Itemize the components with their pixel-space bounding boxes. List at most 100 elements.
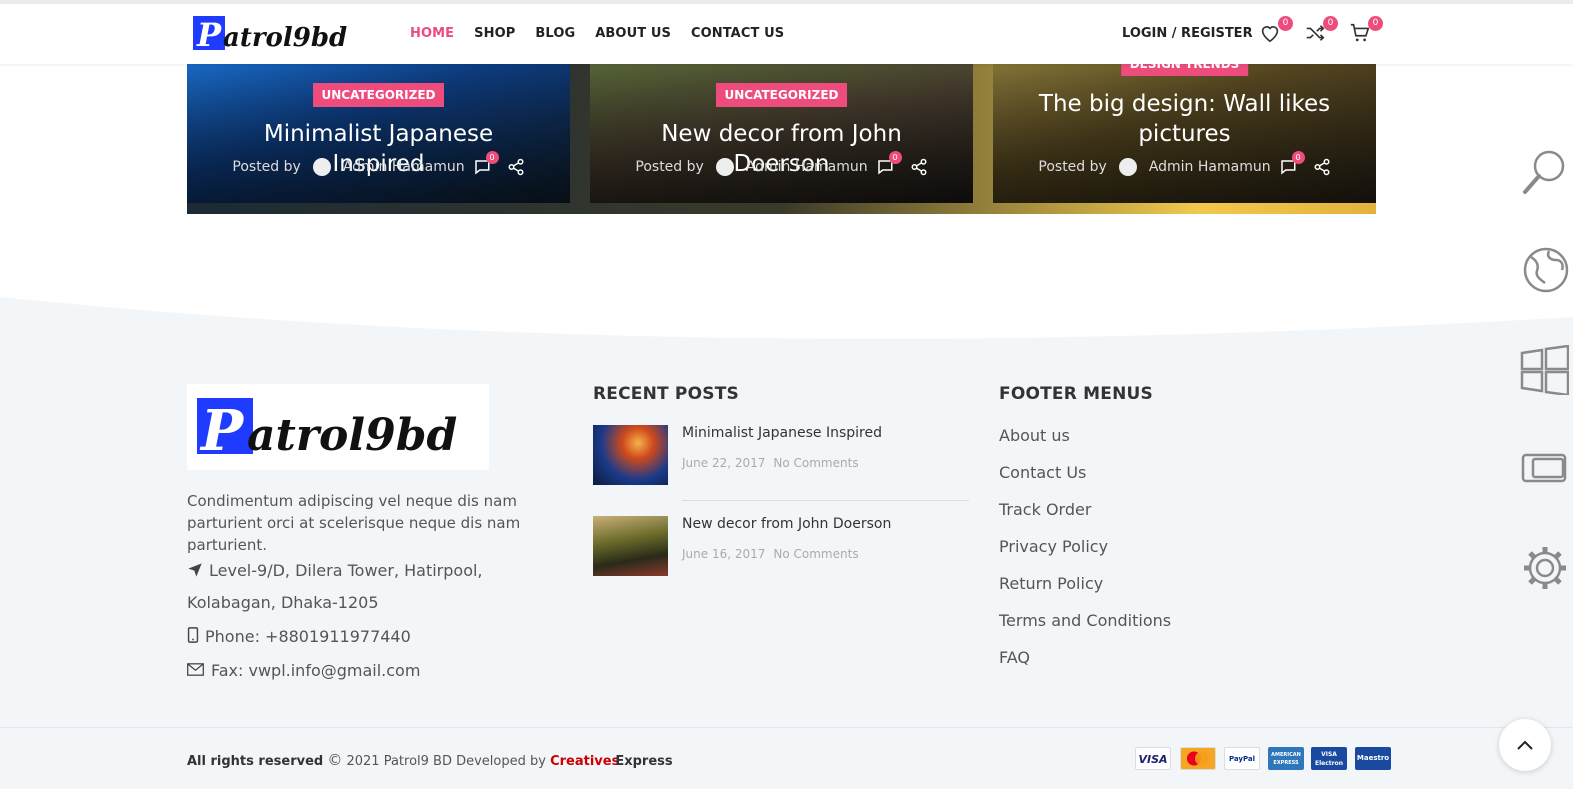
post-author[interactable]: Admin Hamamun (343, 159, 465, 175)
post-category-badge[interactable]: DESIGN TRENDS (1120, 64, 1249, 76)
visa-electron-icon: VISA Electron (1311, 747, 1347, 770)
nav-contact-us[interactable]: CONTACT US (691, 26, 784, 41)
comment-count: 0 (485, 151, 499, 164)
post-meta: Posted by Admin Hamamun 0 (590, 151, 973, 176)
nav-blog[interactable]: BLOG (535, 26, 575, 41)
paypal-icon: PayPal (1224, 747, 1260, 770)
windows-icon[interactable] (1519, 345, 1569, 395)
footer-phone: Phone: +8801911977440 (187, 621, 411, 653)
footer-menus-title: FOOTER MENUS (999, 384, 1153, 404)
recent-posts-title: RECENT POSTS (593, 384, 739, 404)
post-meta: Posted by Admin Hamamun 0 (993, 151, 1376, 176)
scroll-to-top-button[interactable] (1499, 719, 1551, 771)
search-icon[interactable] (1519, 146, 1569, 196)
post-title[interactable]: The big design: Wall likes pictures (993, 89, 1376, 149)
post-meta: Posted by Admin Hamamun 0 (187, 151, 570, 176)
copyright-rest: 2021 Patrol9 BD Developed by (346, 754, 546, 769)
site-header: P atrol9bd HOME SHOP BLOG ABOUT US CONTA… (0, 4, 1573, 64)
copyright-symbol: © (327, 751, 343, 769)
svg-text:atrol9bd: atrol9bd (247, 410, 457, 461)
recent-post-item[interactable]: Minimalist Japanese Inspired June 22, 20… (593, 425, 969, 485)
phone-text: Phone: +8801911977440 (205, 627, 411, 646)
comments-icon[interactable]: 0 (876, 151, 902, 176)
recent-post-title[interactable]: Minimalist Japanese Inspired (682, 425, 882, 441)
author-avatar (312, 158, 331, 176)
rights-label: All rights reserved (187, 754, 324, 769)
recent-post-thumbnail[interactable] (593, 425, 668, 485)
nav-shop[interactable]: SHOP (474, 26, 515, 41)
comment-count: 0 (888, 151, 902, 164)
share-icon[interactable] (910, 158, 928, 176)
recent-post-item[interactable]: New decor from John Doerson June 16, 201… (593, 516, 969, 576)
developer-link-part1[interactable]: Creatives (550, 754, 619, 769)
recent-post-date: June 22, 2017 (682, 456, 766, 470)
post-category-badge[interactable]: UNCATEGORIZED (312, 83, 445, 107)
recent-post-thumbnail[interactable] (593, 516, 668, 576)
post-card[interactable]: UNCATEGORIZED New decor from John Doerso… (590, 64, 973, 203)
post-card[interactable]: UNCATEGORIZED Minimalist Japanese Inspir… (187, 64, 570, 203)
recent-post-meta: June 16, 2017 No Comments (682, 547, 859, 561)
svg-text:P: P (196, 16, 222, 50)
compare-count: 0 (1323, 16, 1338, 31)
posted-by-label: Posted by (635, 159, 704, 175)
location-arrow-icon (188, 563, 202, 577)
comment-count: 0 (1291, 151, 1305, 164)
recent-post-comments[interactable]: No Comments (773, 547, 858, 561)
post-card[interactable]: DESIGN TRENDS The big design: Wall likes… (993, 64, 1376, 203)
post-category-badge[interactable]: UNCATEGORIZED (715, 83, 848, 107)
nav-about-us[interactable]: ABOUT US (595, 26, 671, 41)
recent-post-date: June 16, 2017 (682, 547, 766, 561)
author-avatar (715, 158, 734, 176)
posted-by-label: Posted by (1038, 159, 1107, 175)
login-register-link[interactable]: LOGIN / REGISTER (1122, 26, 1253, 41)
footer-fax: Fax: vwpl.info@gmail.com (187, 655, 420, 687)
wishlist-count: 0 (1278, 16, 1293, 31)
compare-button[interactable]: 0 (1304, 16, 1338, 46)
cart-count: 0 (1368, 16, 1383, 31)
footer-menu-faq[interactable]: FAQ (999, 648, 1030, 667)
phone-icon (187, 627, 199, 643)
visa-card-icon: VISA (1135, 747, 1171, 770)
settings-gear-icon[interactable] (1519, 543, 1569, 593)
mastercard-icon (1180, 747, 1216, 770)
amex-icon: AMERICAN EXPRESS (1268, 747, 1304, 770)
comments-icon[interactable]: 0 (473, 151, 499, 176)
footer-menu-about-us[interactable]: About us (999, 426, 1070, 445)
footer-menu-privacy-policy[interactable]: Privacy Policy (999, 537, 1108, 556)
fax-text: Fax: vwpl.info@gmail.com (211, 661, 421, 680)
recent-post-title[interactable]: New decor from John Doerson (682, 516, 891, 532)
svg-text:atrol9bd: atrol9bd (223, 23, 347, 50)
nav-home[interactable]: HOME (410, 26, 454, 41)
envelope-icon (187, 663, 204, 676)
chevron-up-icon (1517, 740, 1533, 750)
footer-menu-terms[interactable]: Terms and Conditions (999, 611, 1171, 630)
svg-text:P: P (199, 398, 245, 464)
recent-post-comments[interactable]: No Comments (773, 456, 858, 470)
maestro-icon: Maestro (1355, 747, 1391, 770)
post-author[interactable]: Admin Hamamun (746, 159, 868, 175)
footer-address: Level-9/D, Dilera Tower, Hatirpool, Kola… (187, 555, 557, 619)
devices-icon[interactable] (1519, 443, 1569, 493)
address-text: Level-9/D, Dilera Tower, Hatirpool, Kola… (187, 561, 483, 612)
posted-by-label: Posted by (232, 159, 301, 175)
share-icon[interactable] (507, 158, 525, 176)
footer-menu-return-policy[interactable]: Return Policy (999, 574, 1103, 593)
cart-button[interactable]: 0 (1349, 16, 1383, 46)
site-logo[interactable]: P atrol9bd (193, 16, 355, 54)
footer-menu-track-order[interactable]: Track Order (999, 500, 1091, 519)
footer-menu-contact-us[interactable]: Contact Us (999, 463, 1086, 482)
divider (682, 500, 969, 501)
post-author[interactable]: Admin Hamamun (1149, 159, 1271, 175)
globe-icon[interactable] (1519, 245, 1569, 295)
footer-logo[interactable]: P atrol9bd (187, 384, 489, 470)
developer-link-part2[interactable]: Express (615, 754, 672, 769)
footer-description: Condimentum adipiscing vel neque dis nam… (187, 492, 521, 554)
author-avatar (1118, 158, 1137, 176)
share-icon[interactable] (1313, 158, 1331, 176)
copyright-text: All rights reserved © 2021 Patrol9 BD De… (187, 751, 673, 769)
page-root: { "brand": {"logo_text": "Patrol9bd"}, "… (0, 0, 1573, 789)
comments-icon[interactable]: 0 (1279, 151, 1305, 176)
wishlist-button[interactable]: 0 (1259, 16, 1293, 46)
recent-post-meta: June 22, 2017 No Comments (682, 456, 859, 470)
main-nav: HOME SHOP BLOG ABOUT US CONTACT US (410, 26, 784, 41)
